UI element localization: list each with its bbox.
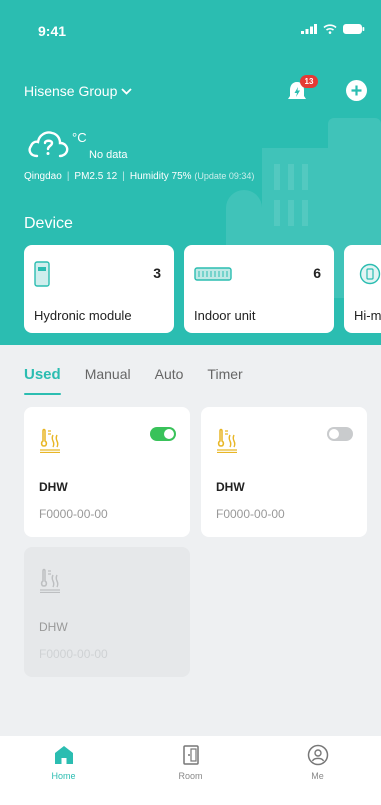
scene-tabs: Used Manual Auto Timer [24, 366, 267, 396]
city-name: Qingdao [24, 171, 62, 182]
scene-name: DHW [39, 480, 68, 494]
scene-toggle[interactable] [327, 427, 353, 441]
notification-button[interactable]: 13 [286, 75, 318, 104]
scene-toggle[interactable] [150, 427, 176, 441]
header-panel: 9:41 Hisense Group 13 °C No data Qingdao… [0, 0, 381, 345]
nav-home[interactable]: Home [0, 736, 127, 805]
status-icons [301, 24, 365, 34]
dhw-icon [40, 568, 60, 593]
pm25-value: PM2.5 12 [74, 171, 118, 182]
device-count: 6 [313, 265, 321, 281]
dhw-icon [217, 428, 237, 453]
device-name: Hi-m [354, 308, 381, 323]
tab-auto[interactable]: Auto [155, 366, 184, 382]
bottom-navigation: Home Room Me [0, 736, 381, 805]
device-card-hydronic-module[interactable]: 3 Hydronic module [24, 245, 174, 333]
battery-icon [343, 24, 365, 34]
temperature-unit: °C [72, 130, 87, 145]
nav-room[interactable]: Room [127, 736, 254, 805]
add-button[interactable] [346, 80, 367, 101]
plus-icon [351, 85, 362, 96]
device-card-hi-m[interactable]: Hi-m [344, 245, 381, 333]
humidity-value: Humidity 75% [129, 171, 192, 182]
group-name: Hisense Group [24, 83, 118, 99]
room-icon [182, 745, 199, 765]
hydronic-module-icon [34, 261, 50, 287]
tab-used[interactable]: Used [24, 366, 61, 395]
scene-name: DHW [216, 480, 245, 494]
status-bar: 9:41 [0, 0, 381, 48]
notification-badge: 13 [300, 75, 318, 88]
scene-code: F0000-00-00 [39, 647, 108, 661]
device-card-indoor-unit[interactable]: 6 Indoor unit [184, 245, 334, 333]
tab-timer[interactable]: Timer [207, 366, 242, 382]
nav-label: Home [51, 771, 76, 781]
nav-label: Me [311, 771, 324, 781]
device-count: 3 [153, 265, 161, 281]
weather-details: Qingdao | PM2.5 12 | Humidity 75% (Update 09… [24, 171, 255, 182]
scene-card[interactable]: DHW F0000-00-00 [201, 407, 367, 537]
weather-unknown-icon [28, 131, 69, 158]
scene-name: DHW [39, 620, 68, 634]
hi-m-icon [359, 263, 381, 285]
indoor-unit-icon [194, 267, 232, 281]
weather-status: No data [89, 149, 128, 161]
signal-icon [301, 24, 317, 34]
home-icon [54, 746, 73, 764]
me-icon [307, 744, 328, 766]
chevron-down-icon [121, 87, 133, 95]
device-name: Hydronic module [34, 308, 132, 323]
group-selector[interactable]: Hisense Group [24, 83, 133, 99]
update-time: (Update 09:34) [194, 171, 255, 181]
scene-card-disabled[interactable]: DHW F0000-00-00 [24, 547, 190, 677]
status-time: 9:41 [38, 23, 67, 39]
wifi-icon [323, 24, 337, 34]
scene-card[interactable]: DHW F0000-00-00 [24, 407, 190, 537]
scene-code: F0000-00-00 [216, 507, 285, 521]
tab-manual[interactable]: Manual [85, 366, 131, 382]
device-section-title: Device [24, 215, 73, 232]
device-name: Indoor unit [194, 308, 256, 323]
nav-label: Room [178, 771, 203, 781]
scene-code: F0000-00-00 [39, 507, 108, 521]
nav-me[interactable]: Me [254, 736, 381, 805]
dhw-icon [40, 428, 60, 453]
